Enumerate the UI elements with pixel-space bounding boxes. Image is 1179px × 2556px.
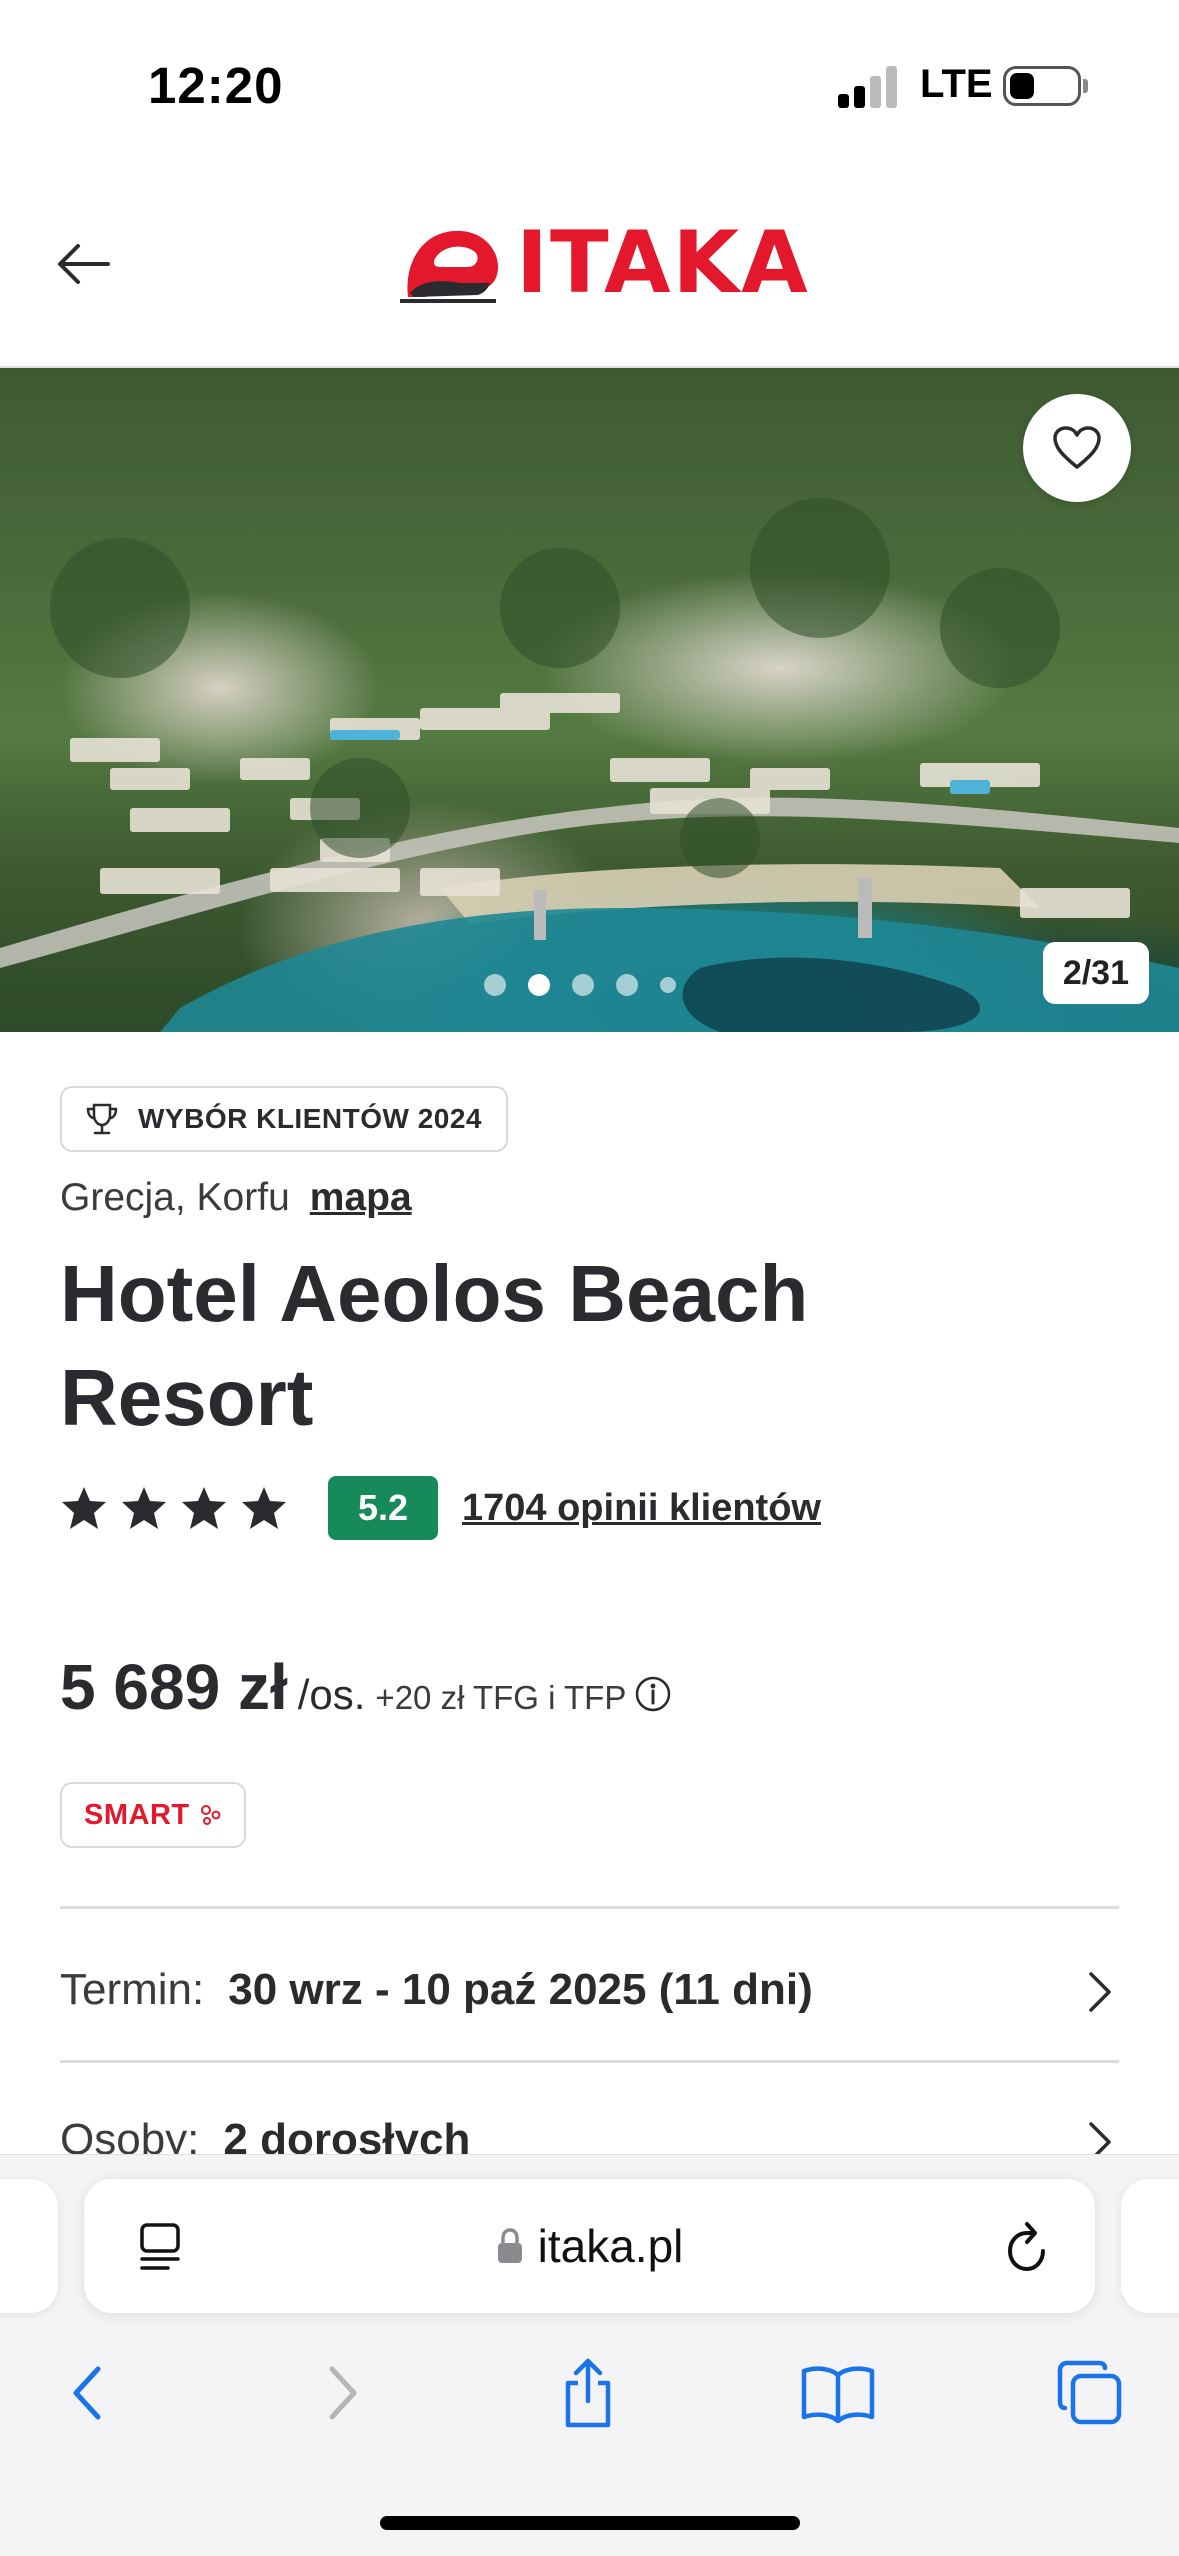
- app-header: ITAKA: [0, 160, 1179, 368]
- gallery-counter: 2/31: [1042, 942, 1149, 1004]
- gallery-dot[interactable]: [616, 974, 638, 996]
- price-per-person: /os.: [297, 1671, 366, 1718]
- browser-bottom-bar: itaka.pl: [0, 2154, 1179, 2556]
- battery-icon: [1003, 66, 1088, 106]
- gallery-dot[interactable]: [484, 974, 506, 996]
- lock-icon: [497, 2228, 522, 2263]
- hotel-title: Hotel Aeolos Beach Resort: [60, 1249, 809, 1442]
- chevron-right-icon: [1089, 1972, 1111, 2012]
- tabs-button[interactable]: [1050, 2353, 1130, 2433]
- chevron-left-icon: [73, 2366, 101, 2420]
- star-icon: [182, 1487, 226, 1529]
- book-icon: [801, 2366, 875, 2423]
- logo-text: ITAKA: [516, 213, 810, 313]
- share-icon: [565, 2358, 611, 2428]
- rating-score-badge: 5.2: [328, 1476, 438, 1540]
- favorite-button[interactable]: [1023, 394, 1131, 502]
- badge-label: WYBÓR KLIENTÓW 2024: [138, 1103, 482, 1134]
- term-value: 30 wrz - 10 paź 2025 (11 dni): [228, 1965, 813, 2014]
- arrow-left-icon: [58, 244, 110, 284]
- share-button[interactable]: [548, 2353, 628, 2433]
- url-display[interactable]: itaka.pl: [84, 2219, 1095, 2273]
- browser-forward-button[interactable]: [302, 2353, 382, 2433]
- rating-row: 5.2 1704 opinii klientów: [60, 1476, 821, 1540]
- bookmarks-button[interactable]: [798, 2353, 878, 2433]
- star-icon: [122, 1487, 166, 1529]
- hotel-stars: [60, 1485, 288, 1531]
- star-icon: [242, 1487, 286, 1529]
- url-text: itaka.pl: [537, 2220, 684, 2272]
- gallery-dot[interactable]: [572, 974, 594, 996]
- previous-tab-preview[interactable]: [0, 2179, 58, 2313]
- tabs-icon: [1057, 2360, 1122, 2425]
- location-text: Grecja, Korfu: [60, 1176, 290, 1219]
- chevron-right-icon: [329, 2366, 357, 2420]
- map-link[interactable]: mapa: [310, 1176, 412, 1219]
- reviews-link[interactable]: 1704 opinii klientów: [462, 1487, 821, 1530]
- smart-tag: SMART: [60, 1782, 246, 1848]
- browser-toolbar: [0, 2335, 1179, 2445]
- smart-tag-label: SMART: [84, 1798, 190, 1831]
- gallery-dot-active[interactable]: [528, 974, 550, 996]
- aerial-resort-photo: [0, 498, 1179, 1032]
- customer-choice-badge: WYBÓR KLIENTÓW 2024: [60, 1086, 508, 1152]
- next-tab-preview[interactable]: [1121, 2179, 1179, 2313]
- home-indicator[interactable]: [380, 2516, 800, 2530]
- divider: [60, 2060, 1119, 2063]
- divider: [60, 1906, 1119, 1909]
- info-icon[interactable]: [634, 1675, 672, 1713]
- star-icon: [62, 1487, 106, 1529]
- status-bar: 12:20 LTE: [0, 0, 1179, 160]
- logo-mark-icon: [400, 230, 498, 303]
- signal-icon: [838, 64, 898, 108]
- gallery-dot[interactable]: [660, 977, 676, 993]
- hotel-photo-gallery[interactable]: 2/31: [0, 368, 1179, 1032]
- network-label: LTE: [920, 62, 993, 106]
- smart-dots-icon: [200, 1805, 221, 1825]
- price-row: 5 689 zł /os. +20 zł TFG i TFP: [60, 1650, 672, 1724]
- status-time: 12:20: [148, 57, 284, 114]
- gallery-dots: [484, 974, 676, 996]
- heart-icon: [1053, 426, 1101, 469]
- hotel-location: Grecja, Korfu mapa: [60, 1176, 412, 1220]
- term-row[interactable]: Termin: 30 wrz - 10 paź 2025 (11 dni): [60, 1940, 1119, 2040]
- address-bar[interactable]: itaka.pl: [84, 2179, 1095, 2313]
- itaka-logo[interactable]: ITAKA: [400, 220, 810, 306]
- back-button[interactable]: [52, 232, 116, 296]
- trophy-icon: [86, 1103, 118, 1135]
- price-amount: 5 689 zł: [60, 1651, 288, 1723]
- term-label: Termin:: [60, 1965, 205, 2014]
- reload-icon[interactable]: [1001, 2219, 1053, 2275]
- browser-back-button[interactable]: [48, 2353, 128, 2433]
- price-fees: +20 zł TFG i TFP: [375, 1679, 627, 1716]
